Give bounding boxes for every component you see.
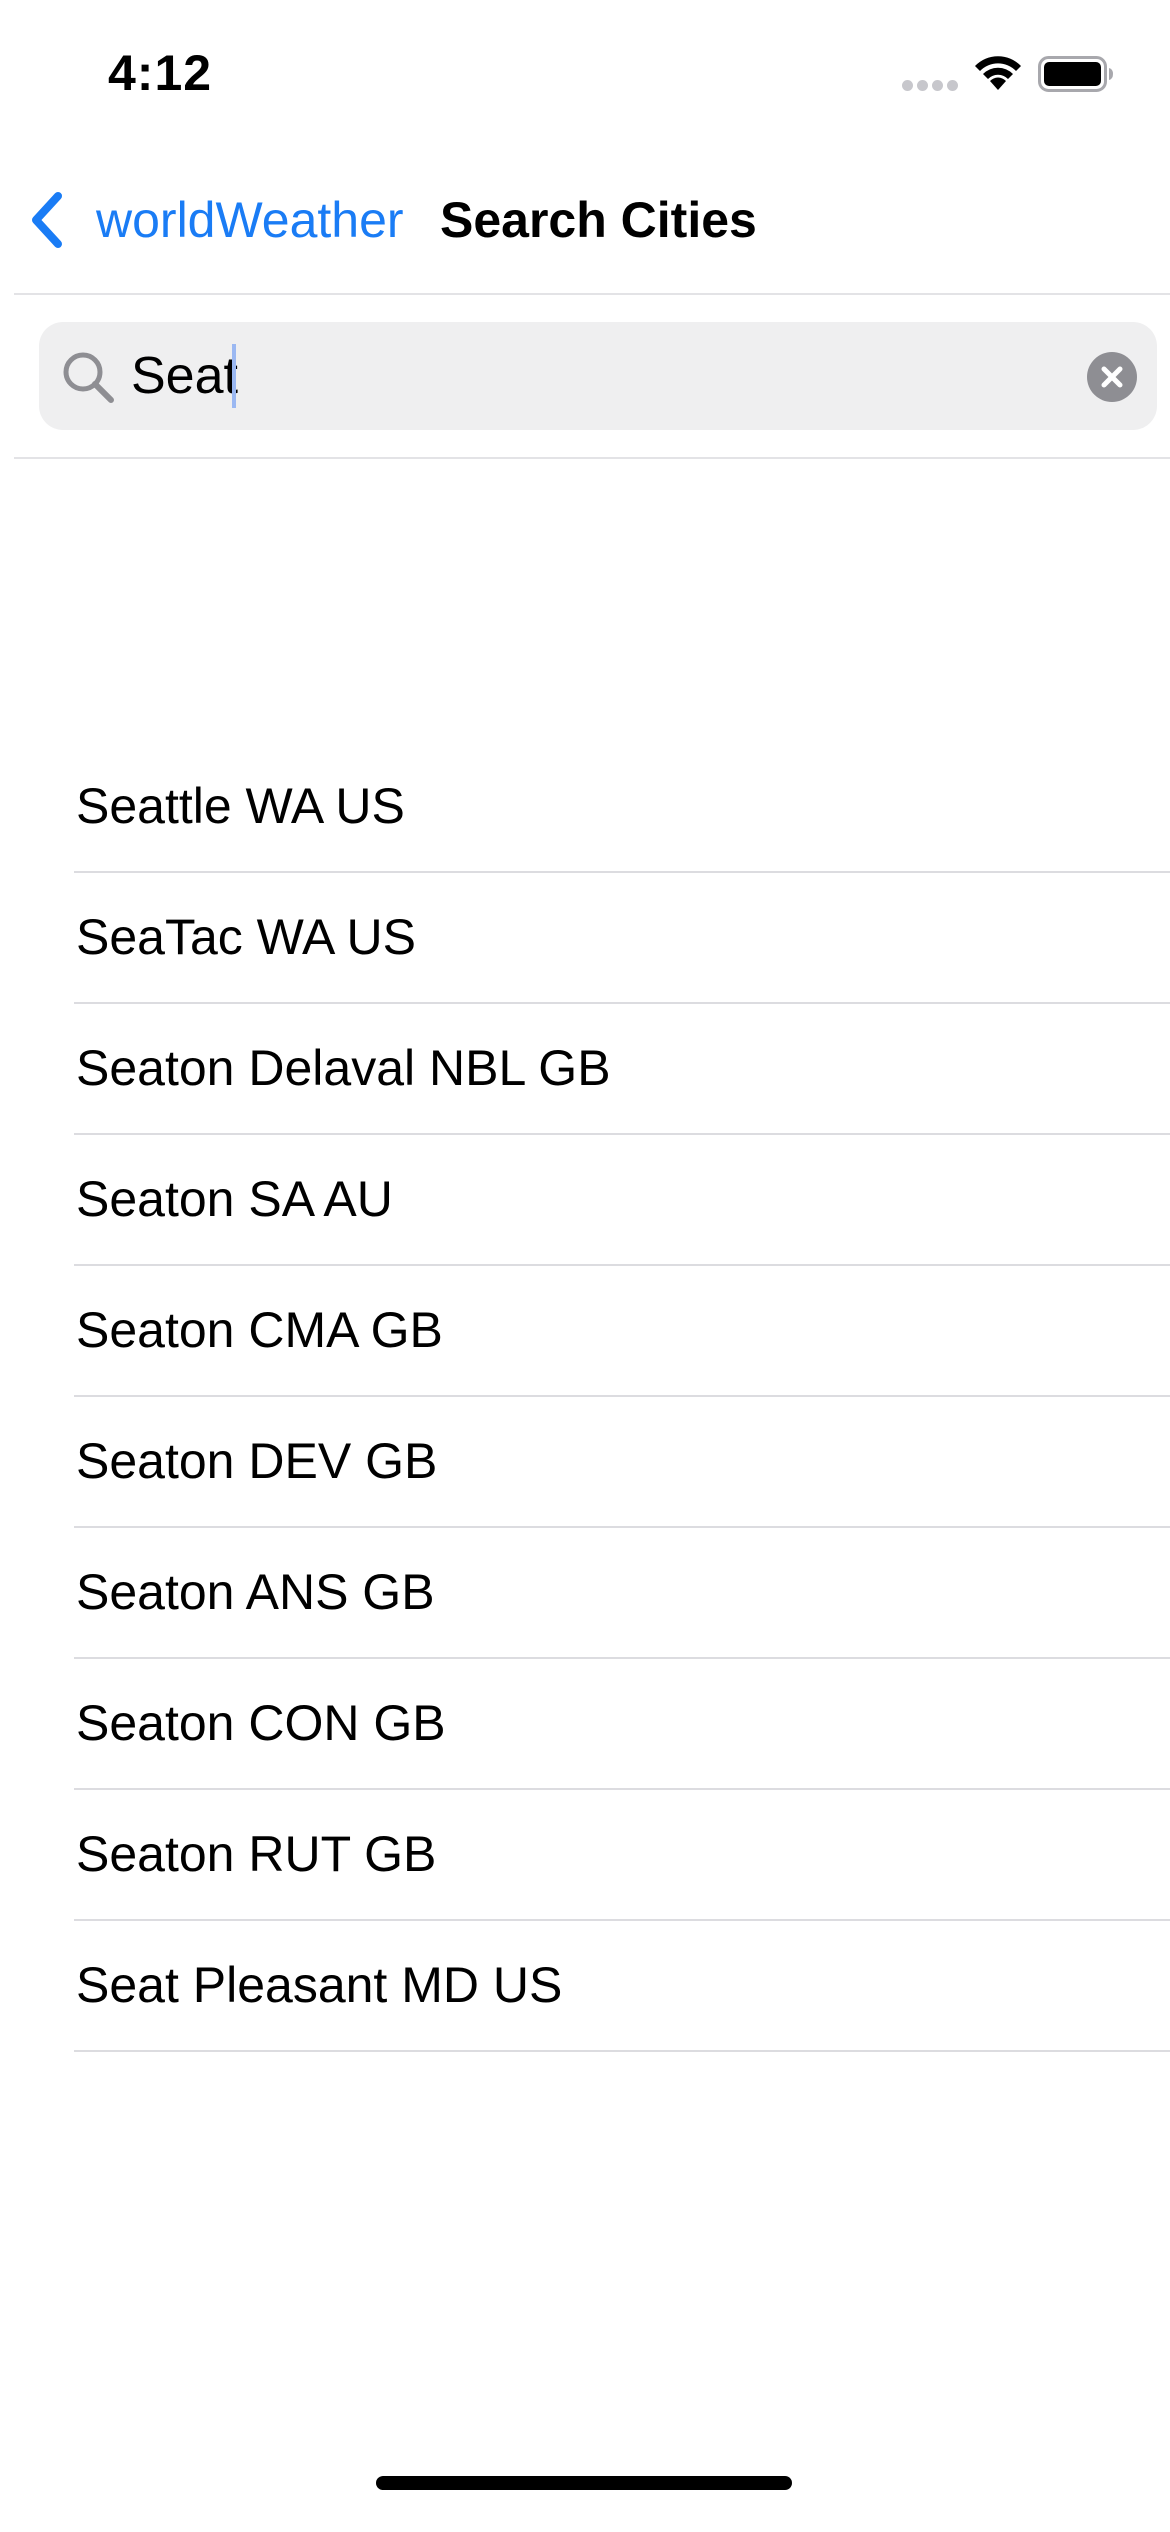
divider [14,293,1170,295]
list-item[interactable]: Seaton CON GB [0,1659,1170,1790]
cellular-signal-icon [902,80,958,92]
battery-icon [1038,56,1113,92]
list-item[interactable]: Seaton RUT GB [0,1790,1170,1921]
list-item-label: Seaton Delaval NBL GB [76,1040,611,1096]
chevron-left-icon [32,192,62,248]
list-item-label: Seaton DEV GB [76,1433,438,1489]
navigation-bar: worldWeather Search Cities [0,140,1170,294]
magnifying-glass-icon [63,352,114,403]
list-item-label: Seattle WA US [76,778,405,834]
clear-x-icon [1101,366,1123,388]
wifi-icon [975,56,1021,90]
list-item-label: Seaton SA AU [76,1171,393,1227]
status-bar: 4:12 [0,0,1170,140]
back-button-label: worldWeather [96,192,404,248]
list-item-label: Seat Pleasant MD US [76,1957,563,2013]
text-cursor [232,344,236,408]
clear-search-button[interactable] [1087,352,1137,402]
list-item[interactable]: Seaton ANS GB [0,1528,1170,1659]
page-title: Search Cities [440,192,757,248]
divider [14,457,1170,459]
list-item-label: Seaton CMA GB [76,1302,443,1358]
list-item-label: Seaton CON GB [76,1695,446,1751]
home-indicator[interactable] [376,2476,792,2490]
list-item-label: Seaton ANS GB [76,1564,435,1620]
back-button[interactable]: worldWeather [26,180,404,260]
search-bar[interactable] [39,322,1157,430]
list-item-label: Seaton RUT GB [76,1826,437,1882]
list-item-label: SeaTac WA US [76,909,416,965]
list-item[interactable]: Seaton DEV GB [0,1397,1170,1528]
list-item[interactable]: Seaton Delaval NBL GB [0,1004,1170,1135]
row-separator [74,2050,1170,2052]
search-results-list: Seattle WA US SeaTac WA US Seaton Delava… [0,742,1170,2052]
list-item[interactable]: Seat Pleasant MD US [0,1921,1170,2052]
list-item[interactable]: Seaton CMA GB [0,1266,1170,1397]
list-item[interactable]: Seattle WA US [0,742,1170,873]
list-item[interactable]: Seaton SA AU [0,1135,1170,1266]
status-time: 4:12 [108,45,213,101]
search-input[interactable] [131,342,1031,410]
list-item[interactable]: SeaTac WA US [0,873,1170,1004]
